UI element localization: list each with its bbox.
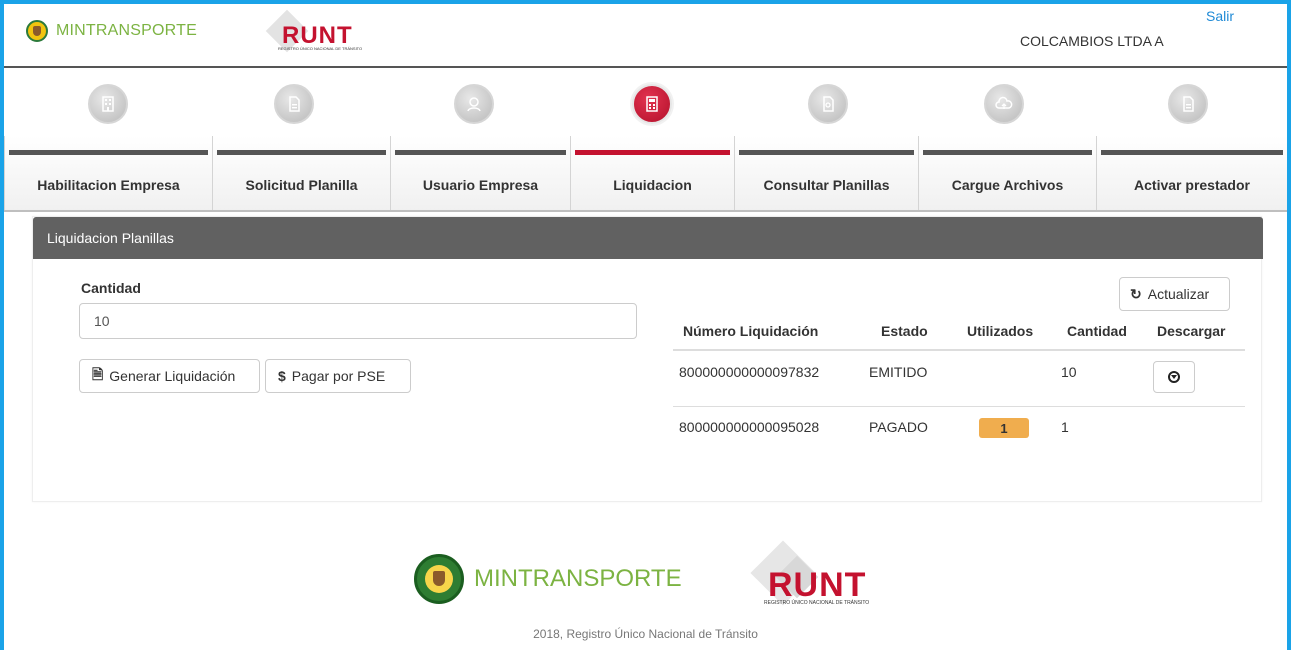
tab-usuario-empresa[interactable]: Usuario Empresa (390, 136, 570, 212)
tab-label: Usuario Empresa (422, 177, 539, 193)
dollar-icon: $ (278, 368, 286, 384)
user-icon[interactable] (454, 84, 494, 124)
download-icon (1168, 371, 1180, 383)
footer-runt-subtitle: REGISTRO ÚNICO NACIONAL DE TRÁNSITO (764, 600, 870, 606)
generate-liquidation-label: Generar Liquidación (109, 368, 236, 384)
mintransporte-logo: MINTRANSPORTE (26, 20, 197, 42)
column-header-utilizados: Utilizados (967, 323, 1034, 339)
tab-indicator (9, 150, 208, 155)
tab-label: Liquidacion (613, 177, 692, 193)
mintransporte-wordmark: MINTRANSPORTE (56, 22, 197, 39)
app-window: MINTRANSPORTE RUNT REGISTRO ÚNICO NACION… (4, 4, 1287, 650)
row-2-estado: PAGADO (869, 419, 928, 435)
table-header-divider (673, 349, 1245, 351)
tab-indicator (739, 150, 914, 155)
nav-tabs: Habilitacion Empresa Solicitud Planilla … (4, 136, 1287, 212)
footer-mintransporte-wordmark: MINTRANSPORTE (474, 565, 682, 592)
quantity-input[interactable] (79, 303, 637, 339)
row-1-estado: EMITIDO (869, 364, 928, 380)
refresh-button[interactable]: ↻ Actualizar (1119, 277, 1230, 311)
company-name: COLCAMBIOS LTDA A (1020, 33, 1164, 49)
document-icon[interactable] (1168, 84, 1208, 124)
pay-pse-button[interactable]: $ Pagar por PSE (265, 359, 411, 393)
quantity-label: Cantidad (81, 280, 141, 296)
row-2-numero: 800000000000095028 (679, 419, 820, 435)
column-header-numero: Número Liquidación (683, 323, 819, 339)
tab-solicitud-planilla[interactable]: Solicitud Planilla (212, 136, 390, 212)
liquidacion-panel: Liquidacion Planillas Cantidad 🗎 Generar… (32, 216, 1263, 502)
tab-indicator (395, 150, 566, 155)
tab-activar-prestador[interactable]: Activar prestador (1096, 136, 1287, 212)
building-icon[interactable] (88, 84, 128, 124)
tab-label: Solicitud Planilla (245, 177, 358, 193)
copyright-text: 2018, Registro Único Nacional de Tránsit… (533, 627, 758, 641)
tab-label: Cargue Archivos (951, 177, 1064, 193)
document-generate-icon: 🗎 (92, 366, 104, 382)
row-1-cantidad: 10 (1061, 364, 1077, 380)
column-header-cantidad: Cantidad (1067, 323, 1127, 339)
tab-label: Activar prestador (1134, 177, 1250, 193)
colombia-seal-icon (414, 554, 464, 604)
tabs-divider (4, 210, 1287, 212)
tab-habilitacion-empresa[interactable]: Habilitacion Empresa (4, 136, 212, 212)
calculator-icon[interactable] (632, 84, 672, 124)
cloud-upload-icon[interactable] (984, 84, 1024, 124)
column-header-estado: Estado (881, 323, 928, 339)
tab-consultar-planillas[interactable]: Consultar Planillas (734, 136, 918, 212)
panel-title: Liquidacion Planillas (47, 230, 174, 246)
runt-logo: RUNT REGISTRO ÚNICO NACIONAL DE TRÁNSITO (265, 9, 376, 54)
pay-pse-label: Pagar por PSE (291, 368, 386, 384)
runt-subtitle: REGISTRO ÚNICO NACIONAL DE TRÁNSITO (278, 46, 363, 51)
refresh-icon: ↻ (1130, 285, 1142, 302)
tab-liquidacion[interactable]: Liquidacion (570, 136, 734, 212)
logout-link[interactable]: Salir (1206, 8, 1234, 24)
refresh-label: Actualizar (1147, 286, 1210, 302)
top-header: MINTRANSPORTE RUNT REGISTRO ÚNICO NACION… (4, 4, 1287, 66)
header-divider (4, 66, 1287, 68)
table-row-divider (673, 406, 1245, 407)
tab-indicator (1101, 150, 1283, 155)
generate-liquidation-button[interactable]: 🗎 Generar Liquidación (79, 359, 260, 393)
tab-indicator (923, 150, 1092, 155)
column-header-descargar: Descargar (1157, 323, 1226, 339)
row-1-numero: 800000000000097832 (679, 364, 820, 380)
tab-indicator (217, 150, 386, 155)
panel-header: Liquidacion Planillas (33, 217, 1263, 259)
tab-label: Consultar Planillas (763, 177, 890, 193)
row-2-cantidad: 1 (1061, 419, 1069, 435)
row-1-download-button[interactable] (1153, 361, 1195, 393)
tab-label: Habilitacion Empresa (37, 177, 180, 193)
colombia-seal-icon (26, 20, 48, 42)
tab-cargue-archivos[interactable]: Cargue Archivos (918, 136, 1096, 212)
footer-runt-logo: RUNT REGISTRO ÚNICO NACIONAL DE TRÁNSITO (742, 540, 902, 614)
nav-icon-row (4, 70, 1287, 140)
footer-mintransporte-logo: MINTRANSPORTE (414, 554, 682, 604)
tab-indicator-active (575, 150, 730, 155)
document-search-icon[interactable] (808, 84, 848, 124)
document-icon[interactable] (274, 84, 314, 124)
row-2-utilizados-badge: 1 (979, 418, 1029, 438)
